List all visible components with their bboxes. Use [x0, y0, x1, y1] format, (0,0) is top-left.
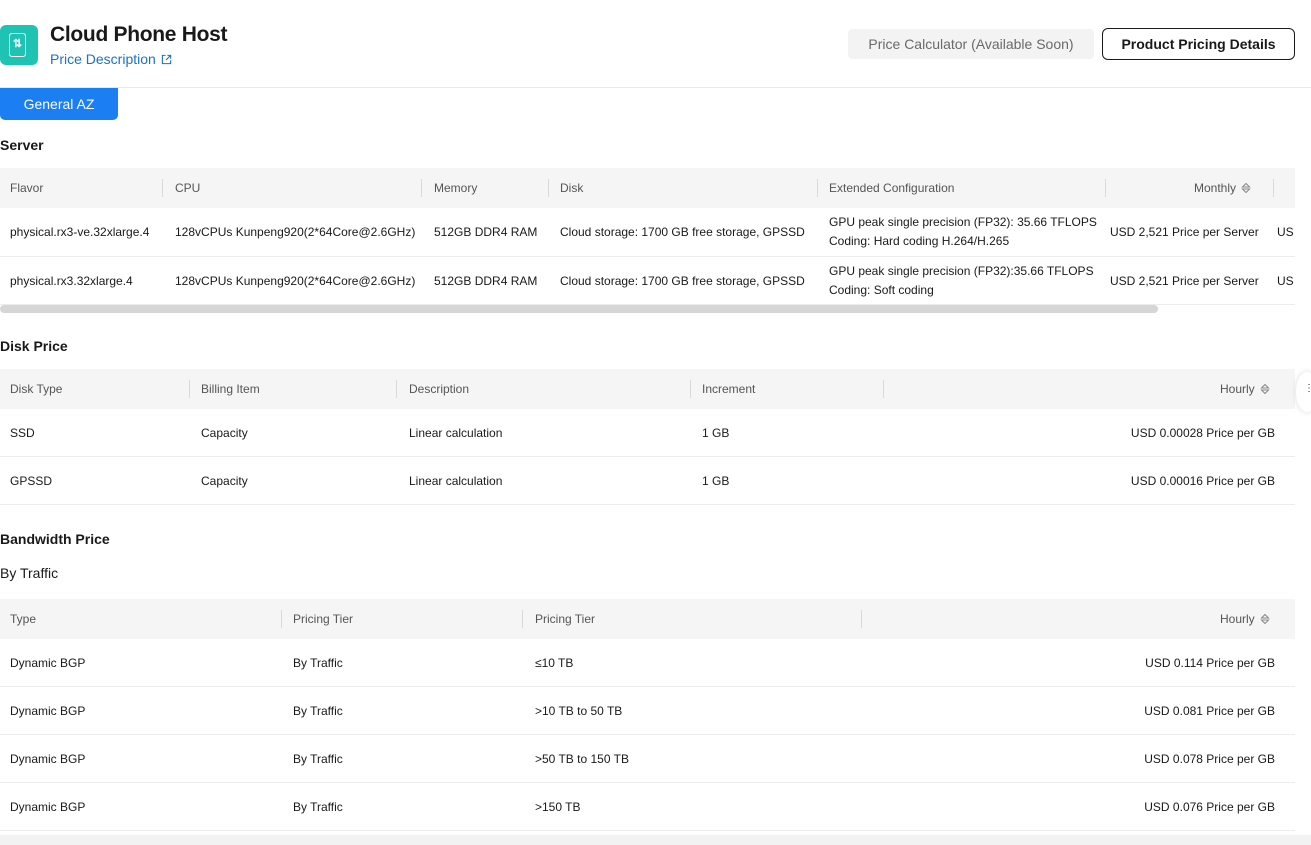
table-header: Type Pricing Tier Pricing Tier Hourly	[0, 599, 1295, 639]
column-header-extended-configuration: Extended Configuration	[829, 181, 955, 195]
extended-config-line1: GPU peak single precision (FP32):35.66 T…	[829, 264, 1094, 278]
table-row: Dynamic BGP By Traffic >10 TB to 50 TB U…	[0, 687, 1295, 735]
table-row: SSD Capacity Linear calculation 1 GB USD…	[0, 409, 1295, 457]
side-drag-handle[interactable]: ⋮⋮	[1296, 372, 1311, 412]
disk-type-cell: GPSSD	[10, 474, 53, 488]
column-header-disk-type: Disk Type	[10, 382, 63, 396]
monthly-price-cell: USD 2,521 Price per Server	[1110, 225, 1259, 239]
table-header: Flavor CPU Memory Disk Extended Configur…	[0, 168, 1295, 208]
page-header: ⇅ Cloud Phone Host Price Description Pri…	[0, 0, 1311, 88]
extended-config-line1: GPU peak single precision (FP32): 35.66 …	[829, 215, 1097, 229]
disk-cell: Cloud storage: 1700 GB free storage, GPS…	[560, 274, 805, 288]
tab-general-az[interactable]: General AZ	[0, 88, 118, 120]
bottom-edge	[0, 835, 1311, 845]
price-description-link[interactable]: Price Description	[50, 51, 172, 67]
type-cell: Dynamic BGP	[10, 656, 86, 670]
column-header-increment: Increment	[702, 382, 756, 396]
tier-range-cell: ≤10 TB	[535, 656, 574, 670]
phone-app-icon: ⇅	[0, 25, 38, 65]
price-calculator-button[interactable]: Price Calculator (Available Soon)	[848, 29, 1094, 59]
hourly-price-cell: USD 0.00028 Price per GB	[1130, 426, 1275, 440]
tier-range-cell: >10 TB to 50 TB	[535, 704, 623, 718]
price-description-label: Price Description	[50, 51, 156, 67]
column-header-type: Type	[10, 612, 37, 626]
increment-cell: 1 GB	[702, 474, 730, 488]
overflow-price-cell: US	[1277, 274, 1294, 288]
extended-config-line2: Coding: Hard coding H.264/H.265	[829, 234, 1010, 248]
disk-section-title: Disk Price	[0, 338, 68, 354]
table-row: GPSSD Capacity Linear calculation 1 GB U…	[0, 457, 1295, 505]
cpu-cell: 128vCPUs Kunpeng920(2*64Core@2.6GHz)	[175, 274, 416, 288]
column-header-disk: Disk	[560, 181, 584, 195]
overflow-price-cell: US	[1277, 225, 1294, 239]
page-title: Cloud Phone Host	[50, 23, 228, 46]
bandwidth-subtitle: By Traffic	[0, 565, 59, 581]
billing-item-cell: Capacity	[201, 474, 248, 488]
monthly-label: Monthly	[1194, 181, 1237, 195]
tier-range-cell: >150 TB	[535, 800, 581, 814]
flavor-cell: physical.rx3-ve.32xlarge.4	[10, 225, 150, 239]
hourly-price-cell: USD 0.076 Price per GB	[1144, 800, 1275, 814]
server-section-title: Server	[0, 137, 44, 153]
tier-range-cell: >50 TB to 150 TB	[535, 752, 629, 766]
hourly-price-cell: USD 0.00016 Price per GB	[1130, 474, 1275, 488]
table-row: physical.rx3.32xlarge.4 128vCPUs Kunpeng…	[0, 257, 1295, 305]
column-header-hourly[interactable]: Hourly	[1220, 369, 1270, 409]
memory-cell: 512GB DDR4 RAM	[434, 225, 538, 239]
pricing-tier-cell: By Traffic	[293, 704, 343, 718]
column-header-monthly[interactable]: Monthly	[1194, 168, 1251, 208]
hourly-price-cell: USD 0.081 Price per GB	[1144, 704, 1275, 718]
cpu-cell: 128vCPUs Kunpeng920(2*64Core@2.6GHz)	[175, 225, 416, 239]
table-row: Dynamic BGP By Traffic ≤10 TB USD 0.114 …	[0, 639, 1295, 687]
disk-type-cell: SSD	[10, 426, 35, 440]
column-header-pricing-tier-range: Pricing Tier	[535, 612, 596, 626]
hourly-price-cell: USD 0.078 Price per GB	[1144, 752, 1275, 766]
table-row: Dynamic BGP By Traffic >150 TB USD 0.076…	[0, 783, 1295, 831]
increment-cell: 1 GB	[702, 426, 730, 440]
description-cell: Linear calculation	[409, 426, 503, 440]
pricing-tier-cell: By Traffic	[293, 800, 343, 814]
grip-icon: ⋮⋮	[1304, 383, 1311, 394]
column-header-cpu: CPU	[175, 181, 201, 195]
horizontal-scrollbar[interactable]	[0, 305, 1158, 313]
type-cell: Dynamic BGP	[10, 752, 86, 766]
column-header-pricing-tier: Pricing Tier	[293, 612, 354, 626]
pricing-tier-cell: By Traffic	[293, 656, 343, 670]
disk-cell: Cloud storage: 1700 GB free storage, GPS…	[560, 225, 805, 239]
billing-item-cell: Capacity	[201, 426, 248, 440]
disk-table: Disk Type Billing Item Description Incre…	[0, 369, 1295, 505]
table-row: physical.rx3-ve.32xlarge.4 128vCPUs Kunp…	[0, 208, 1295, 257]
table-row: Dynamic BGP By Traffic >50 TB to 150 TB …	[0, 735, 1295, 783]
hourly-label: Hourly	[1220, 612, 1255, 626]
table-header: Disk Type Billing Item Description Incre…	[0, 369, 1295, 409]
sort-icon[interactable]	[1259, 613, 1270, 625]
memory-cell: 512GB DDR4 RAM	[434, 274, 538, 288]
external-link-icon	[161, 54, 172, 64]
hourly-price-cell: USD 0.114 Price per GB	[1145, 656, 1275, 670]
column-header-memory: Memory	[434, 181, 478, 195]
pricing-tier-cell: By Traffic	[293, 752, 343, 766]
extended-config-line2: Coding: Soft coding	[829, 283, 934, 297]
server-table: Flavor CPU Memory Disk Extended Configur…	[0, 168, 1295, 305]
product-pricing-details-button[interactable]: Product Pricing Details	[1102, 28, 1295, 60]
bandwidth-table: Type Pricing Tier Pricing Tier Hourly Dy…	[0, 599, 1295, 831]
description-cell: Linear calculation	[409, 474, 503, 488]
bandwidth-section-title: Bandwidth Price	[0, 531, 110, 547]
column-header-flavor: Flavor	[10, 181, 44, 195]
monthly-price-cell: USD 2,521 Price per Server	[1110, 274, 1259, 288]
type-cell: Dynamic BGP	[10, 800, 86, 814]
column-header-hourly[interactable]: Hourly	[1220, 599, 1270, 639]
sort-icon[interactable]	[1241, 182, 1251, 194]
flavor-cell: physical.rx3.32xlarge.4	[10, 274, 133, 288]
column-header-description: Description	[409, 382, 470, 396]
column-header-billing-item: Billing Item	[201, 382, 260, 396]
type-cell: Dynamic BGP	[10, 704, 86, 718]
hourly-label: Hourly	[1220, 382, 1255, 396]
sort-icon[interactable]	[1259, 383, 1270, 395]
